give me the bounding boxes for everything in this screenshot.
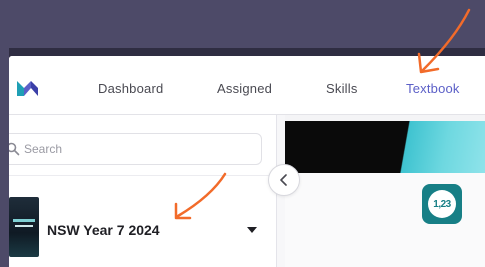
m-logo-icon[interactable]	[15, 78, 43, 98]
course-title: NSW Year 7 2024	[47, 222, 160, 238]
resource-icon-label: 1,23	[428, 190, 456, 218]
course-banner-accent	[385, 121, 485, 173]
tab-assigned[interactable]: Assigned	[217, 81, 272, 96]
search-box[interactable]	[9, 133, 262, 165]
tab-textbook[interactable]: Textbook	[406, 81, 460, 96]
search-input[interactable]	[24, 140, 224, 158]
search-icon	[9, 142, 20, 156]
resource-tile-icon[interactable]: 1,23	[422, 184, 462, 224]
sidebar-divider	[9, 175, 276, 176]
tab-dashboard[interactable]: Dashboard	[98, 81, 163, 96]
caret-down-icon[interactable]	[246, 226, 258, 234]
top-navigation-bar: Dashboard Assigned Skills Textbook	[9, 56, 485, 115]
collapse-sidebar-button[interactable]	[268, 164, 300, 196]
tab-skills[interactable]: Skills	[326, 81, 358, 96]
chevron-left-icon	[280, 174, 287, 186]
